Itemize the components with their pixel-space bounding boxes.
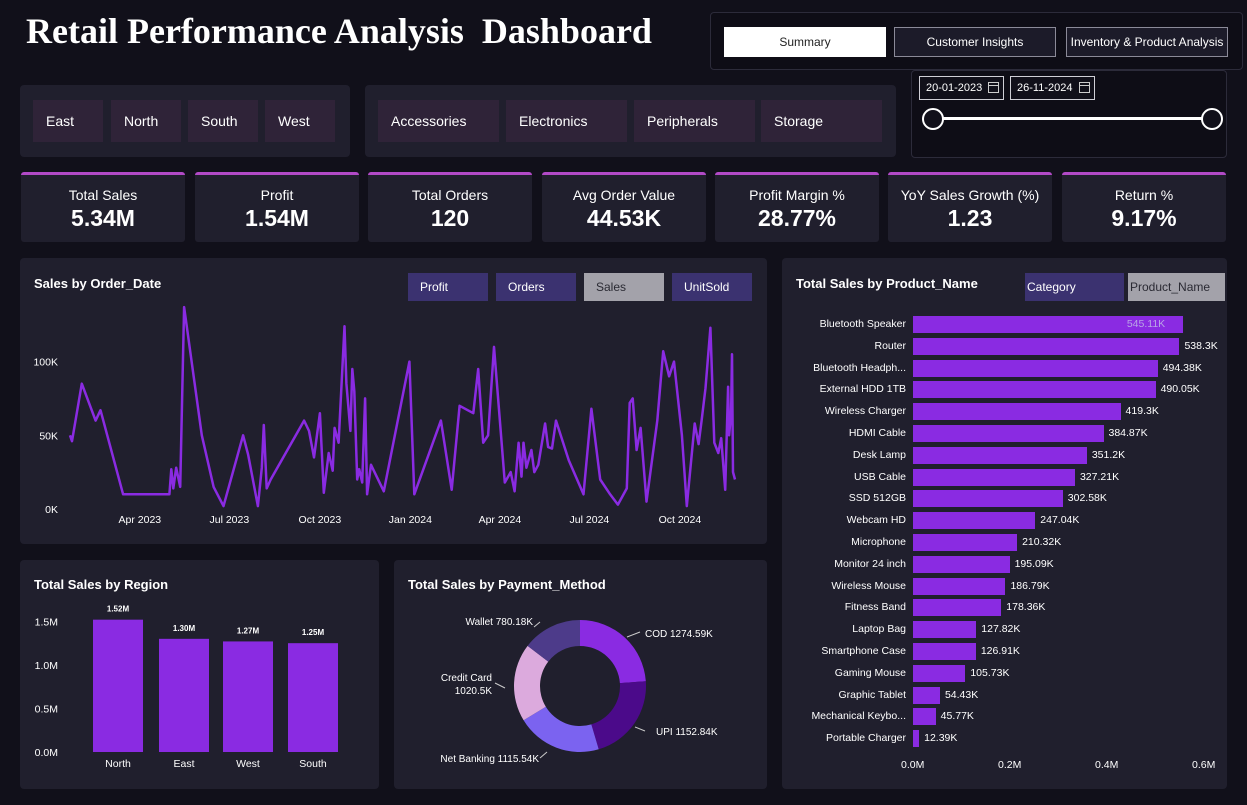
payment-slice-label: UPI 1152.84K [656, 727, 718, 738]
payment-slice[interactable] [591, 681, 646, 750]
product-bar[interactable] [913, 599, 1002, 617]
product-bar-value: 12.39K [924, 732, 958, 745]
product-name-label: Gaming Mouse [834, 666, 906, 679]
product-name-label: HDMI Cable [848, 427, 906, 439]
product-name-label: External HDD 1TB [819, 383, 906, 396]
x-tick-label: 0.0M [901, 759, 925, 771]
product-name-label: SSD 512GB [848, 492, 906, 505]
payment-slice-label: 1020.5K [455, 686, 493, 697]
product-bar-value: 538.3K [1184, 339, 1218, 352]
product-bar[interactable] [913, 337, 1180, 355]
x-tick-label: 0.2M [998, 759, 1022, 771]
product-name-label: Laptop Bag [852, 623, 906, 636]
payment-slice[interactable] [580, 620, 646, 684]
product-name-label: Portable Charger [826, 732, 906, 745]
product-bar[interactable] [913, 425, 1104, 442]
product-bar[interactable] [913, 512, 1036, 530]
product-name-label: Microphone [851, 536, 906, 548]
product-name-label: Graphic Tablet [838, 688, 906, 701]
leader-line [539, 751, 548, 759]
product-name-label: Wireless Mouse [831, 579, 906, 592]
product-bar[interactable] [913, 664, 966, 682]
product-bar[interactable] [913, 730, 920, 748]
product-bar[interactable] [913, 446, 1087, 464]
product-bar[interactable] [913, 621, 977, 639]
product-bar-value: 327.21K [1079, 470, 1120, 483]
x-tick-label: 0.4M [1095, 759, 1119, 771]
product-bar-value: 105.73K [970, 666, 1010, 679]
product-name-label: Fitness Band [844, 601, 906, 614]
product-bar[interactable] [913, 555, 1010, 573]
toggle-product-name[interactable]: Product_Name [1128, 273, 1225, 301]
product-bar-value: 490.05K [1160, 383, 1200, 396]
product-bar-value: 247.04K [1040, 514, 1080, 527]
product-bar-value: 126.91K [980, 645, 1020, 657]
product-chart-title: Total Sales by Product_Name [796, 276, 978, 291]
product-bar-value: 45.77K [940, 710, 974, 723]
leader-line [634, 726, 646, 732]
product-bar-value: 384.87K [1108, 427, 1148, 439]
product-bar-value: 210.32K [1022, 536, 1062, 548]
product-bar-value: 494.38K [1162, 361, 1202, 374]
payment-slice-label: COD 1274.59K [645, 629, 713, 640]
product-name-label: Router [874, 339, 906, 352]
toggle-category[interactable]: Category [1025, 273, 1124, 301]
payment-slice-label: Net Banking 1115.54K [440, 754, 539, 765]
product-bar[interactable] [913, 381, 1156, 399]
product-bar-value: 54.43K [944, 688, 979, 701]
product-name-label: Webcam HD [846, 514, 906, 527]
product-name-label: Mechanical Keybo... [811, 710, 906, 723]
product-bar[interactable] [913, 686, 940, 704]
product-name-label: Desk Lamp [852, 448, 906, 461]
product-bar-value: 195.09K [1014, 557, 1054, 570]
product-bar-value: 178.36K [1006, 601, 1046, 614]
product-bar[interactable] [913, 359, 1158, 377]
product-bar-value: 127.82K [981, 623, 1021, 636]
product-bar[interactable] [913, 577, 1006, 595]
product-name-label: Bluetooth Headph... [813, 361, 906, 374]
product-bar[interactable] [913, 403, 1121, 421]
product-bar[interactable] [913, 708, 936, 726]
product-bar[interactable] [913, 534, 1018, 551]
product-name-label: Wireless Charger [824, 405, 906, 418]
payment-slice-label: Credit Card [441, 673, 492, 684]
leader-line [533, 621, 541, 628]
product-bar-value: 351.2K [1091, 448, 1126, 461]
product-bar-value: 419.3K [1125, 405, 1159, 418]
product-bar[interactable] [913, 468, 1075, 486]
product-name-label: USB Cable [854, 470, 906, 483]
payment-slice-label: Wallet 780.18K [466, 617, 534, 628]
product-bar[interactable] [913, 643, 976, 660]
x-tick-label: 0.6M [1192, 759, 1216, 771]
product-name-label: Monitor 24 inch [834, 557, 906, 570]
product-bar-value: 302.58K [1067, 492, 1107, 505]
product-bar-value: 545.11K [1126, 318, 1166, 330]
leader-line [626, 631, 641, 638]
leader-line [494, 682, 506, 689]
payment-slice[interactable] [523, 706, 599, 752]
product-bar-value: 186.79K [1010, 579, 1050, 592]
product-name-label: Bluetooth Speaker [819, 318, 906, 330]
product-name-label: Smartphone Case [821, 645, 906, 657]
product-bar[interactable] [913, 490, 1063, 508]
